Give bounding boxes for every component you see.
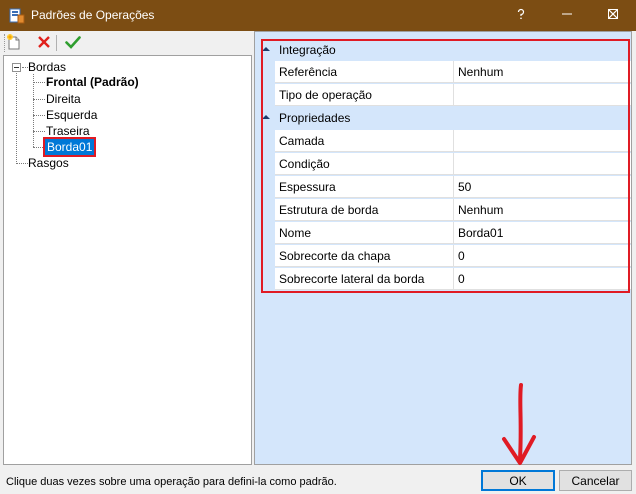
minimize-icon <box>562 9 572 22</box>
property-name: Nome <box>279 226 312 240</box>
tree-item-rasgos[interactable]: Rasgos <box>28 155 69 171</box>
minimize-button[interactable] <box>544 0 590 31</box>
app-icon <box>9 8 25 24</box>
property-name: Sobrecorte lateral da borda <box>279 272 425 286</box>
property-value[interactable]: Nenhum <box>453 199 631 221</box>
property-value[interactable]: 0 <box>453 245 631 267</box>
property-row-sobrecorte-lateral[interactable]: Sobrecorte lateral da borda 0 <box>275 268 631 290</box>
delete-icon <box>37 35 51 52</box>
tree-connector <box>33 82 45 83</box>
tree-item-borda01[interactable]: Borda01 <box>42 137 97 157</box>
property-value[interactable] <box>453 130 631 152</box>
tree-item-frontal[interactable]: Frontal (Padrão) <box>46 74 139 90</box>
property-row-espessura[interactable]: Espessura 50 <box>275 176 631 198</box>
toolbar-separator <box>56 35 57 51</box>
property-name: Espessura <box>279 180 336 194</box>
tree-item-esquerda[interactable]: Esquerda <box>46 107 97 123</box>
delete-operation-button[interactable] <box>35 34 53 52</box>
cancel-button[interactable]: Cancelar <box>559 470 632 491</box>
tree-item-bordas[interactable]: Bordas <box>28 59 66 75</box>
tree-item-traseira[interactable]: Traseira <box>46 123 90 139</box>
new-operation-button[interactable] <box>4 33 23 53</box>
collapse-caret-icon[interactable] <box>261 43 271 55</box>
property-row-condicao[interactable]: Condição <box>275 153 631 175</box>
property-name: Estrutura de borda <box>279 203 379 217</box>
property-value[interactable]: 50 <box>453 176 631 198</box>
property-name: Tipo de operação <box>279 88 372 102</box>
category-label: Propriedades <box>279 111 351 125</box>
operations-tree[interactable]: Bordas Frontal (Padrão) Direita Esquerda… <box>3 55 252 465</box>
set-default-button[interactable] <box>64 34 82 52</box>
property-row-referencia[interactable]: Referência Nenhum <box>275 61 631 83</box>
property-row-camada[interactable]: Camada <box>275 130 631 152</box>
status-text: Clique duas vezes sobre uma operação par… <box>6 476 337 488</box>
tree-connector <box>33 74 34 147</box>
tree-item-direita[interactable]: Direita <box>46 91 81 107</box>
tree-connector <box>33 115 45 116</box>
property-value[interactable]: 0 <box>453 268 631 290</box>
property-value[interactable]: Nenhum <box>453 61 631 83</box>
property-name: Condição <box>279 157 330 171</box>
property-name: Sobrecorte da chapa <box>279 249 391 263</box>
property-name: Camada <box>279 134 325 148</box>
help-button[interactable] <box>498 0 544 31</box>
new-icon <box>6 33 22 53</box>
property-value[interactable] <box>453 84 631 106</box>
category-integracao[interactable]: Integração <box>255 39 631 61</box>
property-grid[interactable]: Integração Referência Nenhum Tipo de ope… <box>254 31 632 465</box>
close-button[interactable] <box>590 0 636 31</box>
category-label: Integração <box>279 43 336 57</box>
set-default-icon <box>65 35 81 52</box>
property-row-tipo-operacao[interactable]: Tipo de operação <box>275 84 631 106</box>
help-icon <box>515 8 527 23</box>
tree-connector <box>33 131 45 132</box>
property-value[interactable]: Borda01 <box>453 222 631 244</box>
collapse-caret-icon[interactable] <box>261 111 271 123</box>
collapse-bordas-icon[interactable] <box>12 63 21 72</box>
tree-connector <box>33 99 45 100</box>
tree-connector <box>16 73 17 164</box>
annotation-arrow-icon <box>500 381 540 471</box>
window-title: Padrões de Operações <box>31 8 155 22</box>
category-propriedades[interactable]: Propriedades <box>255 107 631 129</box>
property-row-sobrecorte-chapa[interactable]: Sobrecorte da chapa 0 <box>275 245 631 267</box>
property-row-nome[interactable]: Nome Borda01 <box>275 222 631 244</box>
tree-connector <box>16 163 28 164</box>
property-value[interactable] <box>453 153 631 175</box>
close-icon <box>607 8 619 22</box>
property-name: Referência <box>279 65 338 79</box>
tree-connector <box>33 147 45 148</box>
title-bar: Padrões de Operações <box>0 0 636 31</box>
ok-button[interactable]: OK <box>481 470 555 491</box>
toolbar <box>0 31 254 55</box>
property-row-estrutura-borda[interactable]: Estrutura de borda Nenhum <box>275 199 631 221</box>
